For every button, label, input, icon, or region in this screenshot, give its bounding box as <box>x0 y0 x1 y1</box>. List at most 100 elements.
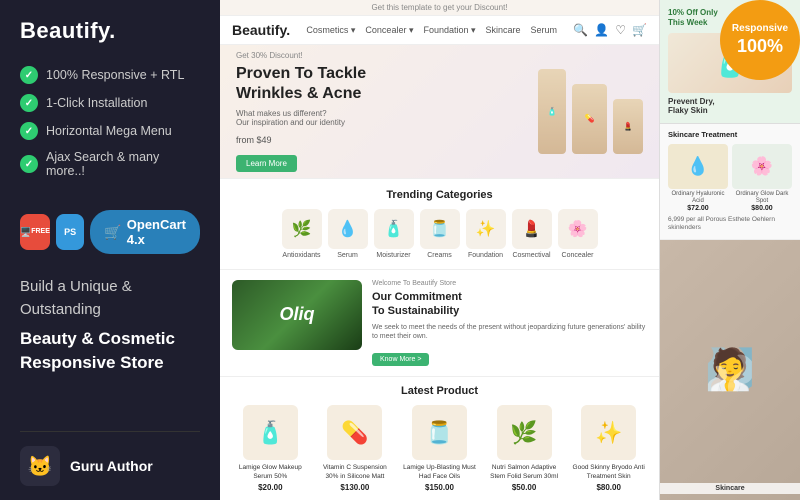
category-thumb-7: 🌸 <box>558 209 598 249</box>
sustainability-button[interactable]: Know More > <box>372 353 429 366</box>
right-skincare-title: Skincare Treatment <box>668 130 792 140</box>
product-name-1: Lamige Glow Makeup Serum 50% <box>232 464 309 481</box>
category-creams[interactable]: 🫙 Creams <box>420 209 460 259</box>
product-card-1[interactable]: 🧴 Lamige Glow Makeup Serum 50% $20.00 <box>232 405 309 492</box>
nav-serum[interactable]: Serum <box>531 25 558 36</box>
product-price-2: $130.00 <box>340 483 369 492</box>
badge-opencart[interactable]: 🛒 OpenCart 4.x <box>90 210 200 254</box>
store-logo: Beautify. <box>232 22 290 38</box>
product-name-4: Nutri Salmon Adaptive Stem Folid Serum 3… <box>486 464 563 481</box>
feature-label-2: 1-Click Installation <box>46 96 147 110</box>
hero-section: Get 30% Discount! Proven To TackleWrinkl… <box>220 45 659 178</box>
search-icon[interactable]: 🔍 <box>573 23 588 37</box>
product-card-4[interactable]: 🌿 Nutri Salmon Adaptive Stem Folid Serum… <box>486 405 563 492</box>
avatar: 🐱 <box>20 446 60 486</box>
sustainability-desc: We seek to meet the needs of the present… <box>372 323 647 343</box>
main-content: Responsive 100% Get this template to get… <box>220 0 800 500</box>
feature-list: ✓ 100% Responsive + RTL ✓ 1-Click Instal… <box>20 66 200 188</box>
right-product-1[interactable]: 💧 Ordinary Hyaluronic Acid $72.00 <box>668 144 728 212</box>
feature-item-4: ✓ Ajax Search & many more..! <box>20 150 200 178</box>
feature-item-2: ✓ 1-Click Installation <box>20 94 200 112</box>
sidebar-title: Beautify. <box>20 18 200 44</box>
category-label-7: Concealer <box>562 252 594 259</box>
nav-cosmetics[interactable]: Cosmetics ▾ <box>306 25 355 36</box>
hero-text: Get 30% Discount! Proven To TackleWrinkl… <box>236 51 538 173</box>
trending-title: Trending Categories <box>232 189 647 201</box>
right-product-name-1: Ordinary Hyaluronic Acid <box>668 191 728 205</box>
category-label-3: Moisturizer <box>376 252 410 259</box>
right-promo-sub: Prevent Dry,Flaky Skin <box>668 97 792 115</box>
cart-icon: 🛒 <box>104 224 121 241</box>
category-antioxidants[interactable]: 🌿 Antioxidants <box>282 209 322 259</box>
right-product-price-2: $80.00 <box>732 205 792 212</box>
hero-product-2: 💊 <box>572 84 607 154</box>
hero-subtitle: What makes us different?Our inspiration … <box>236 109 538 127</box>
hero-title: Proven To TackleWrinkles & Acne <box>236 64 538 106</box>
badges-row: 🖥️ FREE PS 🛒 OpenCart 4.x <box>20 210 200 254</box>
hero-product-3: 💄 <box>613 99 643 154</box>
cart-header-icon[interactable]: 🛒 <box>632 23 647 37</box>
responsive-badge: Responsive 100% <box>720 0 800 80</box>
store-type: Beauty & CosmeticResponsive Store <box>20 327 200 375</box>
brand-text: Oliq <box>280 304 315 325</box>
category-cosmectival[interactable]: 💄 Cosmectival <box>512 209 552 259</box>
feature-label-3: Horizontal Mega Menu <box>46 124 172 138</box>
hero-discount: Get 30% Discount! <box>236 51 538 60</box>
badge-ps: PS <box>56 214 84 250</box>
right-bottom-image: 🧖 Skincare <box>660 240 800 500</box>
hero-product-1: 🧴 <box>538 69 566 154</box>
sidebar-footer: 🐱 Guru Author <box>20 431 200 486</box>
store-nav: Cosmetics ▾ Concealer ▾ Foundation ▾ Ski… <box>306 25 557 36</box>
product-card-3[interactable]: 🫙 Lamige Up-Blasting Must Had Face Oils … <box>401 405 478 492</box>
right-product-2[interactable]: 🌸 Ordinary Glow Dark Spot $80.00 <box>732 144 792 212</box>
feature-label-1: 100% Responsive + RTL <box>46 68 184 82</box>
hero-products: 🧴 💊 💄 <box>538 69 643 154</box>
product-img-1: 🧴 <box>243 405 298 460</box>
right-desc: 6,999 per all Porous Esthete Oehlern ski… <box>668 216 792 233</box>
store-left: Get this template to get your Discount! … <box>220 0 660 500</box>
sustainability-title: Our CommitmentTo Sustainability <box>372 290 647 319</box>
right-products-row: 💧 Ordinary Hyaluronic Acid $72.00 🌸 Ordi… <box>668 144 792 212</box>
right-product-img-1: 💧 <box>668 144 728 189</box>
build-text: Build a Unique & Outstanding <box>20 276 200 321</box>
category-label-6: Cosmectival <box>512 252 550 259</box>
product-card-2[interactable]: 💊 Vitamin C Suspension 30% in Silicone M… <box>317 405 394 492</box>
product-card-5[interactable]: ✨ Good Skinny Bryodo Anti Treatment Skin… <box>570 405 647 492</box>
responsive-percent: 100% <box>737 35 783 58</box>
promo-bar-text: Get this template to get your Discount! <box>371 3 507 12</box>
right-product-img-2: 🌸 <box>732 144 792 189</box>
category-moisturizer[interactable]: 🧴 Moisturizer <box>374 209 414 259</box>
store-preview: Get this template to get your Discount! … <box>220 0 800 500</box>
store-icons: 🔍 👤 ♡ 🛒 <box>573 23 647 37</box>
category-concealer[interactable]: 🌸 Concealer <box>558 209 598 259</box>
category-foundation[interactable]: ✨ Foundation <box>466 209 506 259</box>
nav-foundation[interactable]: Foundation ▾ <box>423 25 475 36</box>
check-icon-2: ✓ <box>20 94 38 112</box>
category-thumb-6: 💄 <box>512 209 552 249</box>
product-price-1: $20.00 <box>258 483 282 492</box>
product-price-4: $50.00 <box>512 483 536 492</box>
category-thumb-1: 🌿 <box>282 209 322 249</box>
category-label-1: Antioxidants <box>282 252 320 259</box>
feature-label-4: Ajax Search & many more..! <box>46 150 200 178</box>
check-icon-1: ✓ <box>20 66 38 84</box>
nav-concealer[interactable]: Concealer ▾ <box>365 25 413 36</box>
heart-icon[interactable]: ♡ <box>615 23 626 37</box>
promo-bar: Get this template to get your Discount! <box>220 0 659 16</box>
hero-cta-button[interactable]: Learn More <box>236 155 297 172</box>
category-label-4: Creams <box>427 252 452 259</box>
category-thumb-4: 🫙 <box>420 209 460 249</box>
latest-title: Latest Product <box>232 385 647 397</box>
nav-skincare[interactable]: Skincare <box>486 25 521 36</box>
product-name-3: Lamige Up-Blasting Must Had Face Oils <box>401 464 478 481</box>
sustainability-content: Welcome To Beautify Store Our Commitment… <box>372 280 647 366</box>
product-img-4: 🌿 <box>497 405 552 460</box>
category-thumb-2: 💧 <box>328 209 368 249</box>
product-price-3: $150.00 <box>425 483 454 492</box>
category-serum[interactable]: 💧 Serum <box>328 209 368 259</box>
products-row: 🧴 Lamige Glow Makeup Serum 50% $20.00 💊 … <box>232 405 647 492</box>
user-icon[interactable]: 👤 <box>594 23 609 37</box>
right-product-price-1: $72.00 <box>668 205 728 212</box>
category-thumb-3: 🧴 <box>374 209 414 249</box>
check-icon-4: ✓ <box>20 155 38 173</box>
